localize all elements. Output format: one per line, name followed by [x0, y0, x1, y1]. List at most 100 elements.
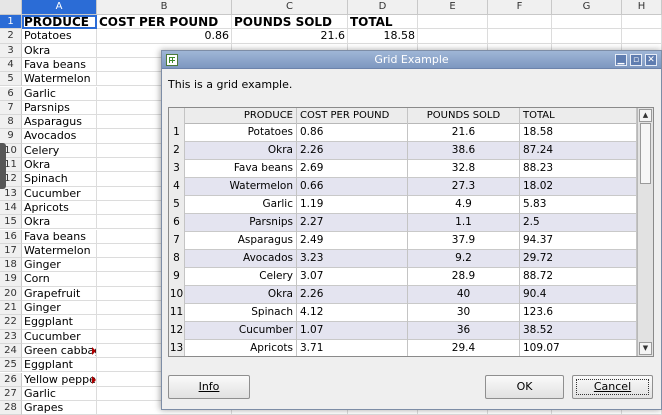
dialog-titlebar[interactable]: Grid Example ▁ ▫ ✕ — [162, 51, 661, 69]
sheet-cell[interactable]: Ginger — [22, 258, 97, 273]
grid-header-pounds[interactable]: POUNDS SOLD — [408, 108, 520, 124]
grid-cell-cost[interactable]: 2.26 — [297, 286, 408, 304]
sheet-cell[interactable]: Cucumber — [22, 186, 97, 201]
grid-cell-cost[interactable]: 1.19 — [297, 196, 408, 214]
minimize-icon[interactable]: ▁ — [615, 54, 627, 66]
row-header[interactable]: 20 — [0, 286, 22, 301]
grid-cell-cost[interactable]: 4.12 — [297, 304, 408, 322]
sheet-cell[interactable] — [488, 29, 552, 44]
grid-cell-produce[interactable]: Okra — [185, 142, 297, 160]
grid-cell-total[interactable]: 18.58 — [520, 124, 637, 142]
sheet-cell[interactable] — [418, 15, 488, 30]
row-header[interactable]: 9 — [0, 129, 22, 144]
grid-header-produce[interactable]: PRODUCE — [185, 108, 297, 124]
grid-cell-total[interactable]: 109.07 — [520, 340, 637, 356]
row-header[interactable]: 23 — [0, 329, 22, 344]
grid-cell-produce[interactable]: Spinach — [185, 304, 297, 322]
sheet-cell[interactable]: Corn — [22, 272, 97, 287]
sheet-cell[interactable]: POUNDS SOLD — [232, 15, 348, 30]
grid-row[interactable]: 3 Fava beans 2.69 32.8 88.23 — [169, 160, 637, 178]
sheet-cell[interactable] — [622, 29, 662, 44]
sheet-cell[interactable] — [622, 15, 662, 30]
cancel-button[interactable]: Cancel — [572, 375, 653, 399]
grid-cell-produce[interactable]: Parsnips — [185, 214, 297, 232]
grid-cell-cost[interactable]: 3.23 — [297, 250, 408, 268]
grid-cell-cost[interactable]: 2.27 — [297, 214, 408, 232]
grid-vertical-scrollbar[interactable]: ▲ ▼ — [637, 108, 653, 356]
grid-row[interactable]: 13 Apricots 3.71 29.4 109.07 — [169, 340, 637, 356]
grid-cell-total[interactable]: 88.72 — [520, 268, 637, 286]
grid-cell-cost[interactable]: 1.07 — [297, 322, 408, 340]
grid-cell-pounds[interactable]: 36 — [408, 322, 520, 340]
grid-cell-pounds[interactable]: 4.9 — [408, 196, 520, 214]
grid-row-number[interactable]: 1 — [169, 124, 185, 142]
grid-row-number[interactable]: 13 — [169, 340, 185, 356]
grid-row[interactable]: 4 Watermelon 0.66 27.3 18.02 — [169, 178, 637, 196]
data-grid[interactable]: PRODUCE COST PER POUND POUNDS SOLD TOTAL… — [168, 107, 654, 357]
sheet-cell[interactable]: Watermelon — [22, 243, 97, 259]
row-header[interactable]: 21 — [0, 301, 22, 316]
grid-row[interactable]: 12 Cucumber 1.07 36 38.52 — [169, 322, 637, 340]
row-header[interactable]: 27 — [0, 386, 22, 402]
ok-button[interactable]: OK — [485, 375, 564, 399]
column-header-c[interactable]: C — [232, 0, 348, 15]
sheet-cell[interactable]: Grapes — [22, 401, 97, 415]
sheet-cell[interactable]: Fava beans — [22, 57, 97, 73]
row-header[interactable]: 18 — [0, 258, 22, 273]
row-header[interactable]: 2 — [0, 29, 22, 44]
grid-cell-total[interactable]: 88.23 — [520, 160, 637, 178]
sheet-cell[interactable]: Okra — [22, 215, 97, 230]
sheet-cell[interactable]: Eggplant — [22, 358, 97, 373]
sheet-cell[interactable]: Apricots — [22, 200, 97, 216]
sheet-cell[interactable]: Parsnips — [22, 100, 97, 116]
row-header[interactable]: 6 — [0, 86, 22, 101]
grid-cell-pounds[interactable]: 27.3 — [408, 178, 520, 196]
row-header[interactable]: 16 — [0, 229, 22, 244]
grid-cell-produce[interactable]: Fava beans — [185, 160, 297, 178]
row-header[interactable]: 19 — [0, 272, 22, 287]
sheet-cell[interactable] — [418, 29, 488, 44]
grid-cell-cost[interactable]: 2.69 — [297, 160, 408, 178]
grid-cell-produce[interactable]: Celery — [185, 268, 297, 286]
grid-row-number[interactable]: 7 — [169, 232, 185, 250]
row-header[interactable]: 15 — [0, 215, 22, 230]
grid-cell-pounds[interactable]: 28.9 — [408, 268, 520, 286]
grid-row-number[interactable]: 10 — [169, 286, 185, 304]
grid-row-number[interactable]: 3 — [169, 160, 185, 178]
sheet-cell[interactable]: Spinach — [22, 172, 97, 187]
sheet-cell[interactable] — [552, 15, 622, 30]
sheet-cell[interactable]: Fava beans — [22, 229, 97, 244]
row-header[interactable]: 24 — [0, 343, 22, 359]
grid-cell-pounds[interactable]: 9.2 — [408, 250, 520, 268]
column-header-a[interactable]: A — [22, 0, 97, 15]
grid-cell-cost[interactable]: 3.71 — [297, 340, 408, 356]
row-header[interactable]: 5 — [0, 72, 22, 87]
sheet-cell[interactable] — [552, 29, 622, 44]
grid-row-number[interactable]: 2 — [169, 142, 185, 160]
sheet-cell[interactable]: Eggplant — [22, 315, 97, 330]
grid-row-number[interactable]: 11 — [169, 304, 185, 322]
row-header[interactable]: 4 — [0, 57, 22, 73]
grid-cell-pounds[interactable]: 30 — [408, 304, 520, 322]
grid-row[interactable]: 10 Okra 2.26 40 90.4 — [169, 286, 637, 304]
sheet-cell[interactable]: Avocados — [22, 129, 97, 144]
grid-cell-pounds[interactable]: 29.4 — [408, 340, 520, 356]
grid-cell-total[interactable]: 94.37 — [520, 232, 637, 250]
grid-cell-total[interactable]: 90.4 — [520, 286, 637, 304]
info-button[interactable]: Info — [168, 375, 250, 399]
scroll-down-icon[interactable]: ▼ — [639, 342, 652, 355]
sheet-cell[interactable]: Garlic — [22, 386, 97, 402]
grid-cell-pounds[interactable]: 37.9 — [408, 232, 520, 250]
sidebar-handle[interactable] — [0, 143, 6, 189]
sheet-cell[interactable]: Celery — [22, 143, 97, 158]
scroll-up-icon[interactable]: ▲ — [639, 109, 652, 122]
grid-header-cost[interactable]: COST PER POUND — [297, 108, 408, 124]
sheet-cell[interactable]: Okra — [22, 43, 97, 58]
grid-row[interactable]: 11 Spinach 4.12 30 123.6 — [169, 304, 637, 322]
grid-cell-total[interactable]: 123.6 — [520, 304, 637, 322]
grid-cell-pounds[interactable]: 21.6 — [408, 124, 520, 142]
row-header[interactable]: 14 — [0, 200, 22, 216]
column-header-d[interactable]: D — [348, 0, 418, 15]
grid-cell-produce[interactable]: Garlic — [185, 196, 297, 214]
grid-cell-cost[interactable]: 2.49 — [297, 232, 408, 250]
